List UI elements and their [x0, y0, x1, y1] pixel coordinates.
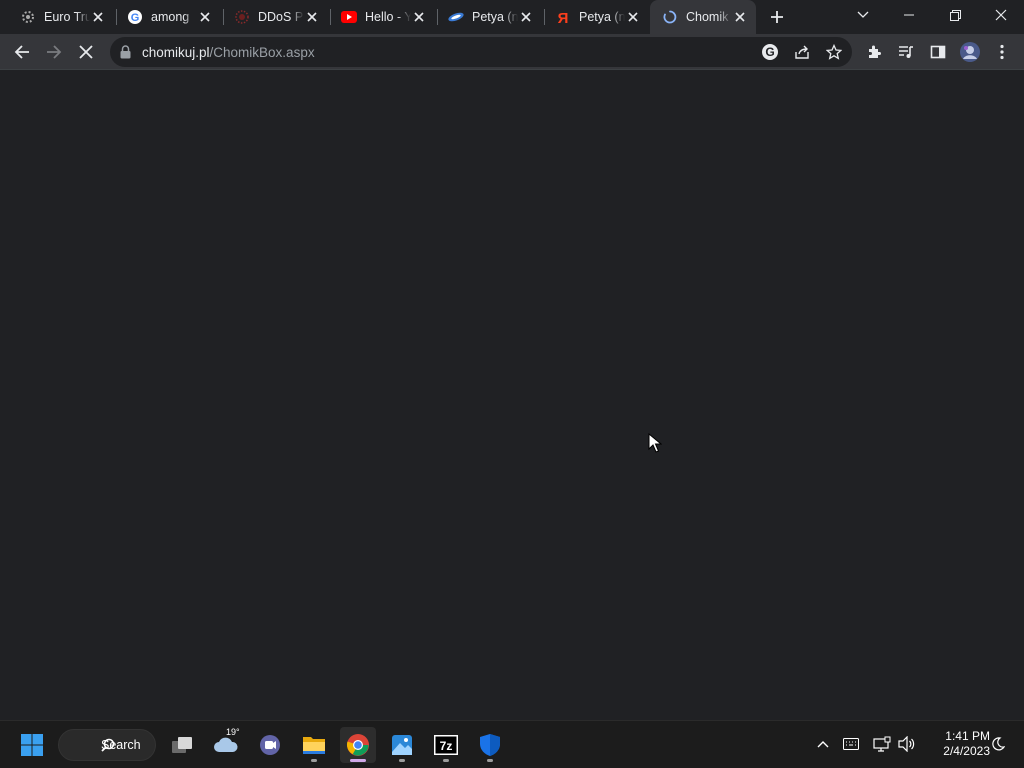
close-tab-icon[interactable] [304, 9, 320, 25]
tab-title: Hello - Y [365, 10, 411, 24]
windows-security-icon[interactable] [472, 727, 508, 763]
google-lens-icon[interactable]: G [759, 41, 781, 63]
more-menu-icon[interactable] [988, 38, 1016, 66]
restore-button[interactable] [932, 0, 978, 30]
close-tab-icon[interactable] [625, 9, 641, 25]
forward-button[interactable] [40, 38, 68, 66]
lock-icon[interactable] [120, 45, 132, 59]
tab-among[interactable]: G among [115, 0, 221, 34]
tab-title: Petya (n [579, 10, 625, 24]
url-host: chomikuj.pl [142, 45, 210, 60]
youtube-icon [341, 9, 357, 25]
side-panel-icon[interactable] [924, 38, 952, 66]
close-tab-icon[interactable] [518, 9, 534, 25]
show-hidden-icons-chevron-icon[interactable] [812, 733, 834, 755]
keyboard-icon[interactable] [840, 733, 862, 755]
svg-text:7z: 7z [440, 739, 453, 753]
chrome-taskbar-icon[interactable] [340, 727, 376, 763]
photos-icon[interactable] [384, 727, 420, 763]
svg-text:Я: Я [558, 10, 569, 25]
page-content[interactable] [0, 70, 1024, 720]
volume-icon[interactable] [896, 733, 918, 755]
tab-petya-1[interactable]: Petya (n [436, 0, 542, 34]
clock-time: 1:41 PM [945, 729, 990, 743]
running-indicator [487, 759, 493, 762]
yandex-icon: Я [555, 9, 571, 25]
active-indicator [350, 759, 366, 762]
tab-title: DDoS P [258, 10, 304, 24]
tab-title: among [151, 10, 190, 24]
tab-ddos[interactable]: DDoS P [222, 0, 328, 34]
google-icon: G [127, 9, 143, 25]
running-indicator [399, 759, 405, 762]
browser-window: Euro Tru G among DDoS P Hello - Y Petya … [0, 0, 1024, 720]
url-text[interactable]: chomikuj.pl/ChomikBox.aspx [142, 45, 315, 60]
share-icon[interactable] [791, 41, 813, 63]
close-window-button[interactable] [978, 0, 1024, 30]
svg-text:G: G [765, 45, 774, 59]
taskbar-search[interactable]: Search [58, 729, 156, 761]
7zip-icon[interactable]: 7z [428, 727, 464, 763]
back-button[interactable] [8, 38, 36, 66]
ddos-icon [234, 9, 250, 25]
running-indicator [443, 759, 449, 762]
mouse-cursor-icon [648, 432, 663, 453]
search-icon [101, 738, 115, 755]
start-button[interactable] [14, 727, 50, 763]
taskbar: Search 19° 7z 1:41 PM 2/4/2023 [0, 720, 1024, 768]
tab-euro-truck[interactable]: Euro Tru [8, 0, 114, 34]
minimize-button[interactable] [886, 0, 932, 30]
stop-loading-button[interactable] [72, 38, 100, 66]
close-tab-icon[interactable] [197, 9, 213, 25]
ets-icon [20, 9, 36, 25]
url-path: /ChomikBox.aspx [209, 45, 315, 60]
loading-spinner-icon [662, 9, 678, 25]
file-explorer-icon[interactable] [296, 727, 332, 763]
profile-avatar[interactable] [956, 38, 984, 66]
media-controls-icon[interactable] [892, 38, 920, 66]
tab-title: Petya (n [472, 10, 518, 24]
tab-strip: Euro Tru G among DDoS P Hello - Y Petya … [0, 0, 1024, 34]
tab-search-button[interactable] [840, 0, 886, 30]
system-clock[interactable]: 1:41 PM 2/4/2023 [922, 729, 990, 759]
clock-date: 2/4/2023 [943, 744, 990, 758]
close-tab-icon[interactable] [732, 9, 748, 25]
weather-widget[interactable]: 19° [208, 727, 244, 763]
new-tab-button[interactable] [765, 5, 789, 29]
tab-youtube[interactable]: Hello - Y [329, 0, 435, 34]
tab-chomik-active[interactable]: Chomik [650, 0, 756, 34]
weather-temperature: 19° [226, 727, 240, 737]
running-indicator [311, 759, 317, 762]
bookmark-star-icon[interactable] [823, 41, 845, 63]
network-icon[interactable] [871, 733, 893, 755]
browser-toolbar: chomikuj.pl/ChomikBox.aspx G [0, 34, 1024, 70]
tab-petya-2[interactable]: Я Petya (n [543, 0, 649, 34]
petya-icon [448, 9, 464, 25]
focus-moon-icon[interactable] [987, 733, 1009, 755]
address-bar[interactable]: chomikuj.pl/ChomikBox.aspx G [110, 37, 852, 67]
tab-title: Chomik [686, 10, 729, 24]
extensions-icon[interactable] [860, 38, 888, 66]
teams-chat-icon[interactable] [252, 727, 288, 763]
task-view-button[interactable] [164, 727, 200, 763]
tab-title: Euro Tru [44, 10, 90, 24]
close-tab-icon[interactable] [90, 9, 106, 25]
close-tab-icon[interactable] [411, 9, 427, 25]
svg-text:G: G [131, 12, 140, 24]
